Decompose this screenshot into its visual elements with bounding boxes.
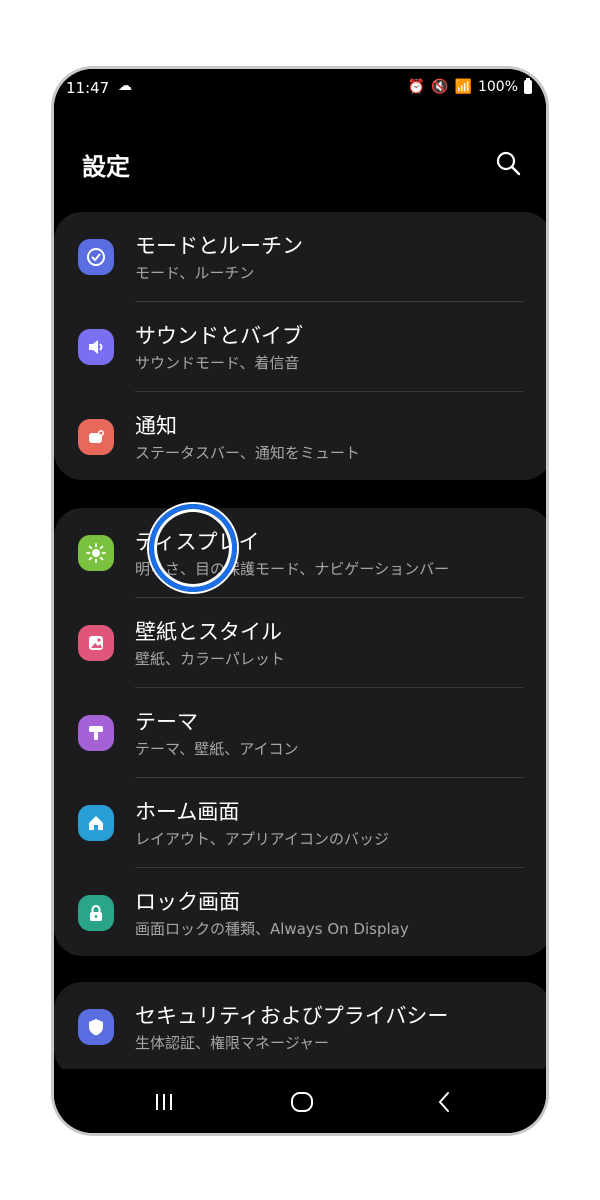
status-time: 11:47 [66, 79, 110, 97]
recents-button[interactable] [147, 1087, 181, 1117]
setting-subtitle: テーマ、壁紙、アイコン [135, 740, 299, 758]
sound-icon [78, 329, 114, 365]
display-icon [78, 535, 114, 571]
navigation-bar [54, 1069, 546, 1133]
wifi-icon: 📶 [454, 79, 472, 95]
touch-indicator [149, 504, 237, 592]
modes-routines-icon [78, 239, 114, 275]
phone-frame: 11:47 ☁ ⏰ 🔇 📶 100% 設定 モードとルーチン モード、ルーチン … [51, 66, 549, 1136]
alarm-icon: ⏰ [407, 79, 426, 95]
setting-subtitle: モード、ルーチン [135, 264, 255, 282]
setting-sound[interactable]: サウンドとバイブ サウンドモード、着信音 [54, 302, 546, 392]
setting-security-privacy[interactable]: セキュリティおよびプライバシー 生体認証、権限マネージャー [54, 982, 546, 1072]
setting-title: 通知 [135, 414, 177, 438]
page-title: 設定 [82, 153, 130, 181]
setting-lock-screen[interactable]: ロック画面 画面ロックの種類、Always On Display [54, 868, 546, 958]
themes-icon [78, 715, 114, 751]
battery-icon [524, 78, 532, 94]
mute-icon: 🔇 [431, 79, 449, 95]
cloud-icon: ☁ [118, 78, 132, 94]
back-button[interactable] [427, 1087, 461, 1117]
setting-display[interactable]: ディスプレイ 明るさ、目の保護モード、ナビゲーションバー [54, 508, 546, 598]
battery-percent: 100% [477, 79, 518, 95]
setting-home-screen[interactable]: ホーム画面 レイアウト、アプリアイコンのバッジ [54, 778, 546, 868]
setting-title: セキュリティおよびプライバシー [135, 1004, 449, 1028]
setting-themes[interactable]: テーマ テーマ、壁紙、アイコン [54, 688, 546, 778]
lock-icon [78, 895, 114, 931]
setting-title: 壁紙とスタイル [135, 620, 282, 644]
setting-wallpaper[interactable]: 壁紙とスタイル 壁紙、カラーパレット [54, 598, 546, 688]
setting-title: テーマ [135, 710, 198, 734]
settings-group-2: ディスプレイ 明るさ、目の保護モード、ナビゲーションバー 壁紙とスタイル 壁紙、… [54, 508, 546, 958]
setting-notifications[interactable]: 通知 ステータスバー、通知をミュート [54, 392, 546, 482]
settings-group-1: モードとルーチン モード、ルーチン サウンドとバイブ サウンドモード、着信音 通… [54, 212, 546, 482]
setting-modes-routines[interactable]: モードとルーチン モード、ルーチン [54, 212, 546, 302]
settings-screen: 11:47 ☁ ⏰ 🔇 📶 100% 設定 モードとルーチン モード、ルーチン … [54, 69, 546, 1133]
security-icon [78, 1009, 114, 1045]
back-icon [438, 1092, 449, 1112]
status-bar: 11:47 ☁ ⏰ 🔇 📶 100% [66, 78, 532, 101]
setting-subtitle: ステータスバー、通知をミュート [135, 444, 360, 462]
home-icon [78, 805, 114, 841]
settings-group-3: セキュリティおよびプライバシー 生体認証、権限マネージャー [54, 982, 546, 1077]
notifications-icon [78, 419, 114, 455]
setting-subtitle: レイアウト、アプリアイコンのバッジ [135, 830, 389, 848]
setting-subtitle: 画面ロックの種類、Always On Display [135, 920, 409, 938]
setting-subtitle: 壁紙、カラーパレット [135, 650, 285, 668]
setting-title: ホーム画面 [135, 800, 240, 824]
setting-title: サウンドとバイブ [135, 324, 303, 348]
setting-title: ロック画面 [135, 890, 240, 914]
wallpaper-icon [78, 625, 114, 661]
home-nav-icon [291, 1092, 313, 1112]
setting-subtitle: サウンドモード、着信音 [135, 354, 300, 372]
home-nav-button[interactable] [285, 1087, 319, 1117]
status-icons: ⏰ 🔇 📶 100% [407, 78, 532, 95]
recents-icon [156, 1094, 172, 1110]
search-icon [496, 151, 521, 176]
search-button[interactable] [494, 149, 522, 177]
setting-title: モードとルーチン [135, 234, 303, 258]
setting-subtitle: 生体認証、権限マネージャー [135, 1034, 329, 1052]
